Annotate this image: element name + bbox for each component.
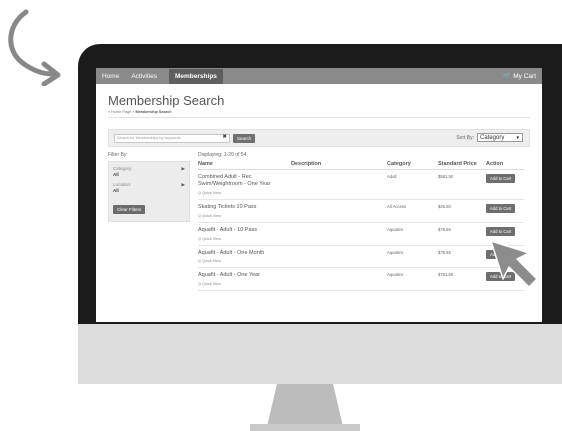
table-row: Aquafit - Adult - 10 Pass Q Quick View A… xyxy=(198,223,524,246)
monitor-stand-base xyxy=(250,424,360,431)
filter-panel: Category: All ▶ Location: All ▶ Clear Fi… xyxy=(108,161,190,222)
chevron-down-icon: ▼ xyxy=(515,135,520,140)
add-to-cart-button[interactable]: Add to Cart xyxy=(486,226,516,236)
row-category: All Access xyxy=(387,203,407,209)
row-category: Aquatics xyxy=(387,272,404,278)
top-nav: Home Activities Memberships 🛒 My Cart xyxy=(96,68,542,84)
filter-label: Location: xyxy=(113,182,132,187)
row-name[interactable]: Combined Adult - Rec Swim/Weightroom - O… xyxy=(198,174,291,188)
add-to-cart-button[interactable]: Add to Cart xyxy=(486,203,516,213)
sort-label: Sort By: xyxy=(456,134,474,141)
curved-arrow-icon xyxy=(8,9,61,86)
sort-control: Sort By: Category ▼ xyxy=(456,133,523,142)
row-category: Aquatics xyxy=(387,249,404,255)
sort-select[interactable]: Category ▼ xyxy=(477,133,523,142)
row-category: Adult xyxy=(387,174,397,179)
browser-screen: Home Activities Memberships 🛒 My Cart Me… xyxy=(96,68,542,322)
row-name[interactable]: Aquafit - Adult - One Month xyxy=(198,250,291,257)
add-to-cart-button[interactable]: Add to Cart xyxy=(486,174,516,183)
filter-category[interactable]: Category: All ▶ xyxy=(113,166,185,177)
col-action: Action xyxy=(486,161,504,167)
col-price: Standard Price xyxy=(438,161,477,167)
results-table: Name Description Category Standard Price… xyxy=(198,161,524,292)
my-cart-link[interactable]: 🛒 My Cart xyxy=(502,72,536,81)
sort-value: Category xyxy=(480,134,505,141)
filter-value: All xyxy=(113,188,119,193)
results-count: Displaying: 1-20 of 54 xyxy=(198,152,247,158)
col-description: Description xyxy=(291,161,322,167)
quick-view-link[interactable]: Q Quick View xyxy=(198,191,291,195)
filter-value: All xyxy=(113,172,119,177)
search-placeholder: Search for Memberships by keywords xyxy=(117,136,181,140)
table-row: Combined Adult - Rec Swim/Weightroom - O… xyxy=(198,170,524,200)
clear-filters-button[interactable]: Clear Filters xyxy=(113,205,146,214)
filter-heading: Filter By: xyxy=(108,152,128,158)
col-name: Name xyxy=(198,161,213,167)
table-header: Name Description Category Standard Price… xyxy=(198,161,524,170)
chevron-right-icon: ▶ xyxy=(181,166,185,171)
chevron-right-icon: ▶ xyxy=(181,182,185,187)
nav-home[interactable]: Home xyxy=(102,73,119,80)
quick-view-link[interactable]: Q Quick View xyxy=(198,214,291,218)
quick-view-link[interactable]: Q Quick View xyxy=(198,282,291,286)
row-price: $581.50 xyxy=(438,174,454,179)
cart-icon: 🛒 xyxy=(502,73,512,80)
search-bar: Search for Memberships by keywords ✖ Sea… xyxy=(108,129,530,147)
breadcrumb-current: Membership Search xyxy=(135,110,172,114)
row-price: $781.65 xyxy=(438,272,454,278)
col-category: Category xyxy=(387,161,411,167)
monitor: Home Activities Memberships 🛒 My Cart Me… xyxy=(78,44,562,384)
page-title: Membership Search xyxy=(108,93,225,108)
row-name[interactable]: Aquafit - Adult - 10 Pass xyxy=(198,227,291,234)
search-button[interactable]: Search xyxy=(233,133,256,143)
search-input[interactable]: Search for Memberships by keywords ✖ xyxy=(114,133,230,143)
clear-search-icon[interactable]: ✖ xyxy=(222,135,227,141)
row-name[interactable]: Skating Tickets 10 Pass xyxy=(198,204,291,211)
row-price: $78.55 xyxy=(438,249,451,255)
table-row: Aquafit - Adult - One Month Q Quick View… xyxy=(198,246,524,269)
row-category: Aquatics xyxy=(387,226,404,232)
quick-view-link[interactable]: Q Quick View xyxy=(198,237,291,241)
cart-label: My Cart xyxy=(513,72,536,80)
filter-label: Category: xyxy=(113,166,133,171)
table-row: Aquafit - Adult - One Year Q Quick View … xyxy=(198,268,524,292)
row-price: $25.50 xyxy=(438,203,451,209)
breadcrumb: « Home Page » Membership Search xyxy=(108,110,530,118)
nav-activities[interactable]: Activities xyxy=(131,73,157,80)
nav-memberships[interactable]: Memberships xyxy=(169,68,223,84)
monitor-chin xyxy=(78,324,562,384)
cursor-arrow-icon xyxy=(490,240,538,288)
row-name[interactable]: Aquafit - Adult - One Year xyxy=(198,272,291,279)
filter-location[interactable]: Location: All ▶ xyxy=(113,182,185,193)
breadcrumb-home[interactable]: « Home Page » xyxy=(108,110,134,114)
quick-view-link[interactable]: Q Quick View xyxy=(198,259,291,263)
row-price: $78.55 xyxy=(438,226,451,232)
table-row: Skating Tickets 10 Pass Q Quick View All… xyxy=(198,200,524,223)
